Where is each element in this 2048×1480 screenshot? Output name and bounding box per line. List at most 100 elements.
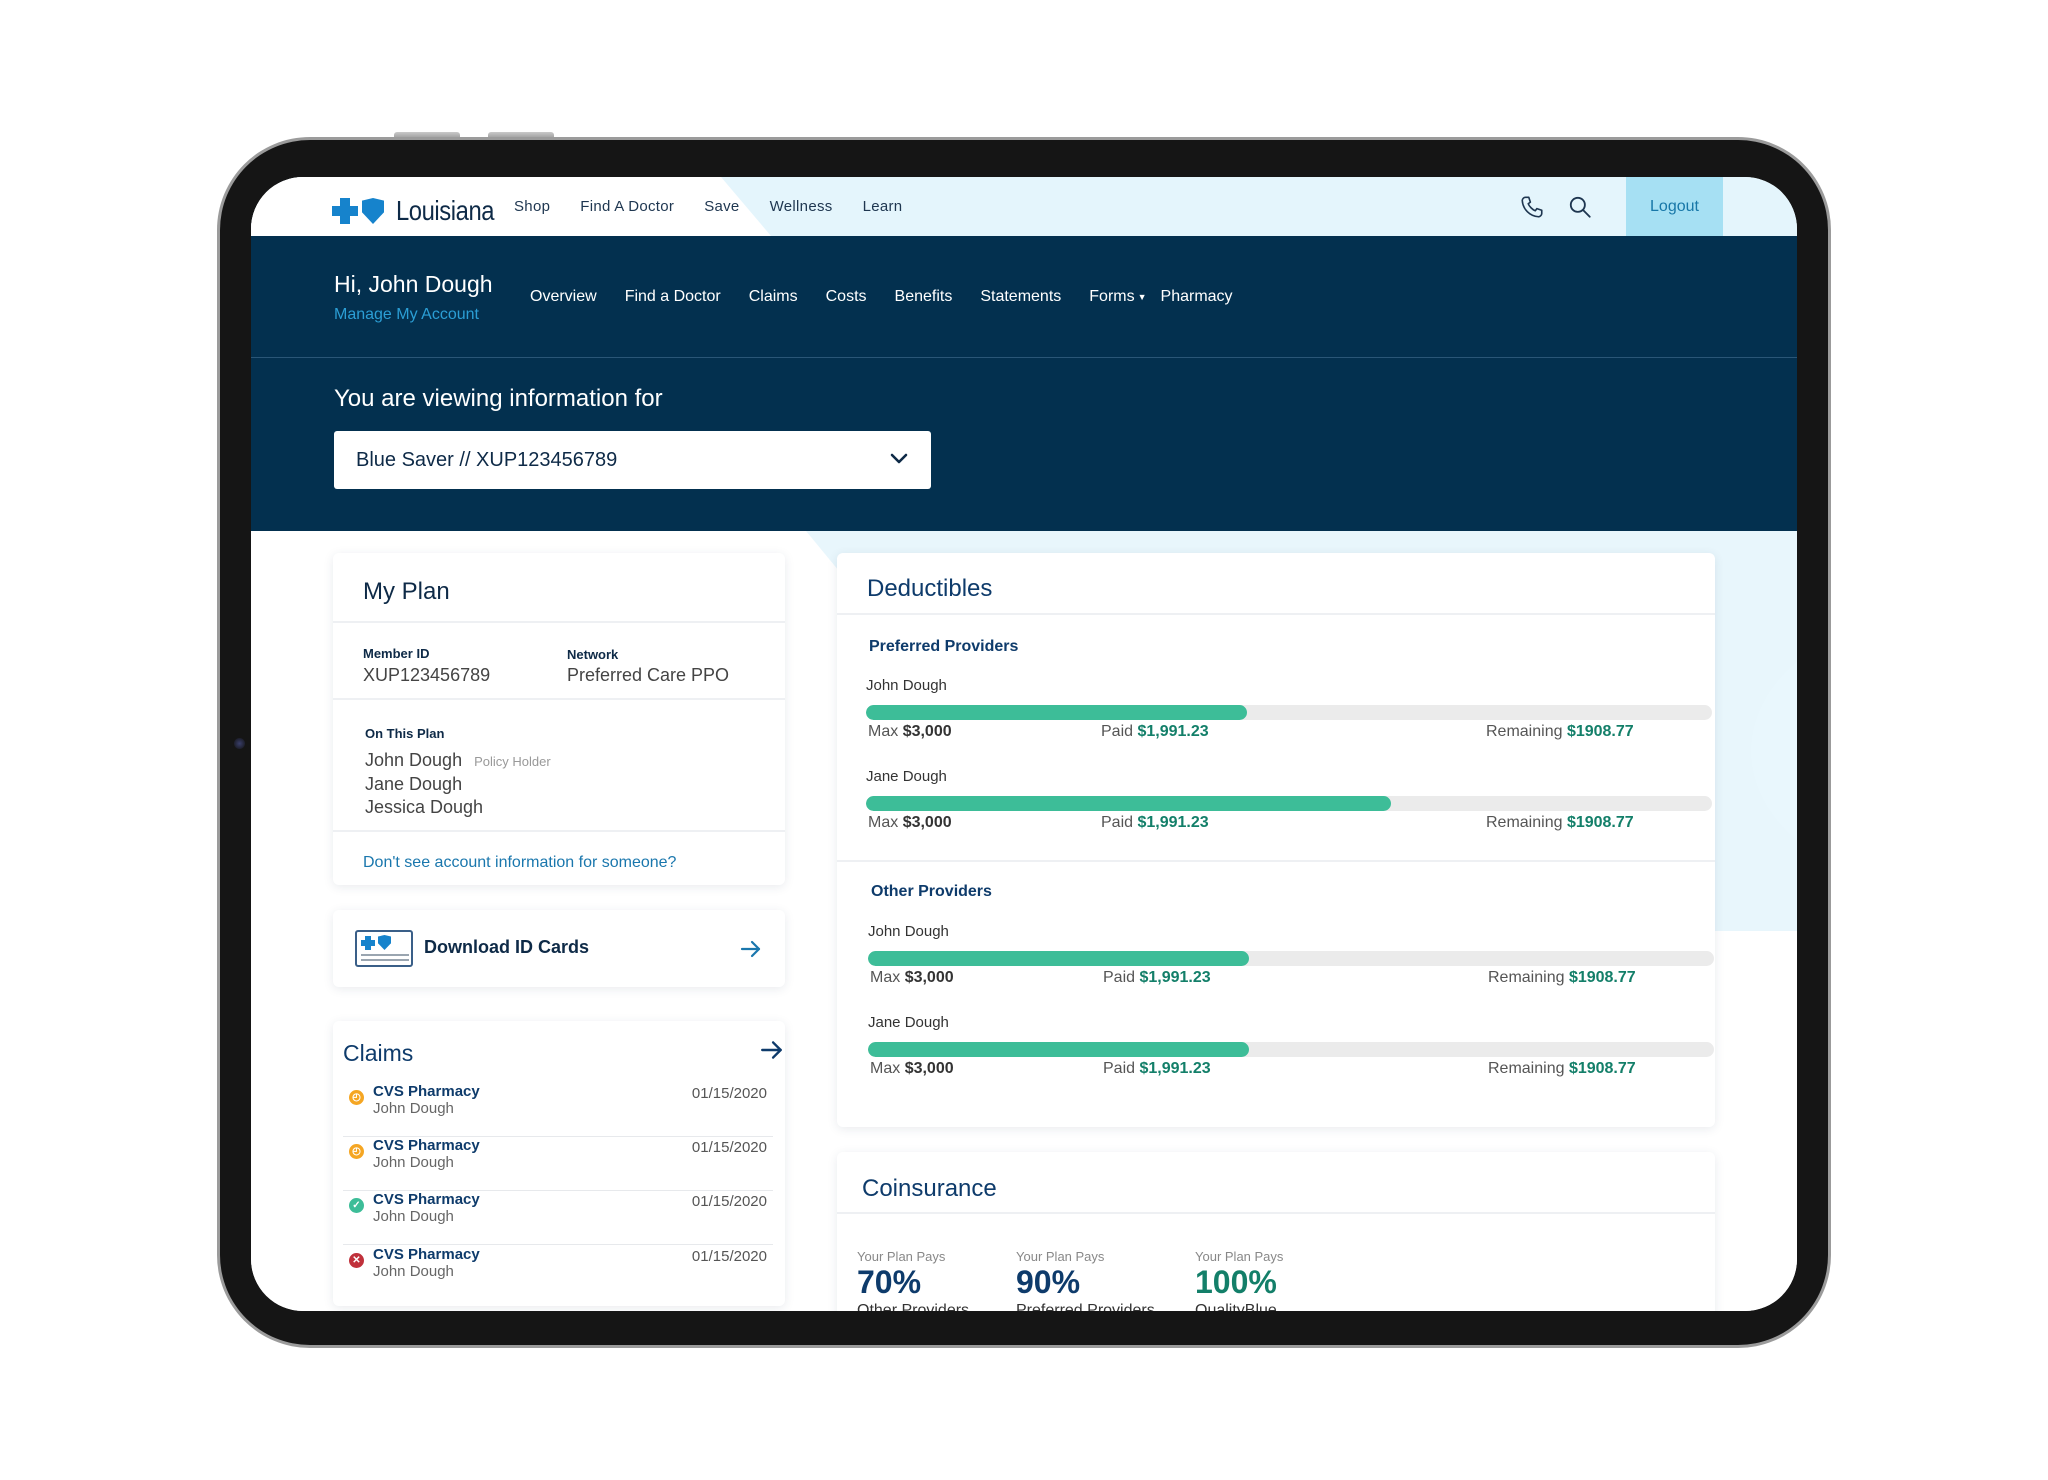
util-nav-learn[interactable]: Learn [863, 198, 903, 215]
nav-pharmacy[interactable]: Pharmacy [1161, 288, 1233, 306]
claim-row[interactable]: ◴ CVS Pharmacy John Dough 01/15/2020 [343, 1083, 775, 1137]
plan-select[interactable]: Blue Saver // XUP123456789 [334, 431, 931, 489]
deductible-person: John Dough Max $3,000 Paid $1,991.23 Remain… [868, 923, 1714, 991]
chevron-down-icon [890, 453, 908, 464]
my-plan-title: My Plan [363, 578, 450, 605]
claim-provider: CVS Pharmacy [373, 1191, 480, 1208]
deductible-person-name: Jane Dough [866, 768, 947, 785]
deductible-progress-bar [868, 1042, 1714, 1057]
brand-name: Louisiana [396, 195, 495, 226]
main-nav: Overview Find a Doctor Claims Costs Bene… [530, 288, 1233, 306]
claim-status-denied-icon: ✕ [349, 1253, 364, 1268]
coinsurance-provider: Preferred Providers [1016, 1302, 1155, 1311]
deductible-paid: Paid $1,991.23 [1103, 1060, 1211, 1077]
coinsurance-provider: QualityBlue [1195, 1302, 1277, 1311]
claim-row[interactable]: ✓ CVS Pharmacy John Dough 01/15/2020 [343, 1191, 775, 1245]
utility-nav: Shop Find A Doctor Save Wellness Learn [514, 177, 902, 236]
deductible-person: Jane Dough Max $3,000 Paid $1,991.23 Remain… [868, 1014, 1714, 1082]
member-id-label: Member ID [363, 646, 430, 661]
phone-icon[interactable] [1519, 194, 1545, 220]
arrow-right-icon [740, 940, 761, 958]
claim-row[interactable]: ✕ CVS Pharmacy John Dough 01/15/2020 [343, 1246, 775, 1300]
coinsurance-percent: 70% [857, 1264, 922, 1300]
deductible-max: Max $3,000 [868, 723, 952, 740]
deductible-person-name: Jane Dough [868, 1014, 949, 1031]
deductible-person: Jane Dough Max $3,000 Paid $1,991.23 Remain… [866, 768, 1712, 836]
coinsurance-item: Your Plan Pays 100% QualityBlue [1195, 1249, 1283, 1311]
on-this-plan-label: On This Plan [365, 726, 445, 741]
deductible-paid: Paid $1,991.23 [1103, 969, 1211, 986]
deductible-progress-fill [868, 951, 1249, 966]
screen: Louisiana Shop Find A Doctor Save Wellne… [251, 177, 1797, 1311]
deductible-progress-fill [866, 705, 1247, 720]
claim-status-approved-icon: ✓ [349, 1198, 364, 1213]
coinsurance-provider: Other Providers [857, 1302, 970, 1311]
coinsurance-item: Your Plan Pays 90% Preferred Providers [1016, 1249, 1155, 1311]
util-nav-shop[interactable]: Shop [514, 198, 550, 215]
nav-forms-label: Forms [1089, 288, 1135, 305]
deductible-person-name: John Dough [868, 923, 949, 940]
nav-forms[interactable]: Forms ▼ [1089, 288, 1146, 306]
coinsurance-card: Coinsurance Your Plan Pays 70% Other Pro… [837, 1152, 1715, 1311]
brand-logo[interactable]: Louisiana [332, 195, 511, 227]
util-nav-wellness[interactable]: Wellness [770, 198, 833, 215]
claim-row[interactable]: ◴ CVS Pharmacy John Dough 01/15/2020 [343, 1137, 775, 1191]
policy-holder-tag: Policy Holder [474, 754, 551, 769]
coinsurance-percent: 90% [1016, 1264, 1081, 1300]
nav-overview[interactable]: Overview [530, 288, 597, 306]
claims-arrow-icon[interactable] [759, 1037, 785, 1063]
account-header: Hi, John Dough Manage My Account Overvie… [251, 236, 1797, 531]
deductible-remaining: Remaining $1908.77 [1488, 969, 1636, 986]
manage-account-link[interactable]: Manage My Account [334, 306, 479, 324]
claim-date: 01/15/2020 [691, 1085, 767, 1102]
claim-member: John Dough [373, 1154, 454, 1171]
nav-costs[interactable]: Costs [826, 288, 867, 306]
deductible-person-name: John Dough [866, 677, 947, 694]
nav-claims[interactable]: Claims [749, 288, 798, 306]
deductible-progress-bar [868, 951, 1714, 966]
claims-title: Claims [343, 1040, 414, 1066]
blue-cross-icon [332, 198, 358, 224]
header-divider [251, 357, 1797, 358]
claims-card: Claims ◴ CVS Pharmacy John Dough 01/15/2020… [333, 1021, 785, 1306]
utility-bar: Louisiana Shop Find A Doctor Save Wellne… [251, 177, 1797, 236]
deductible-person: John Dough Max $3,000 Paid $1,991.23 Remain… [866, 677, 1712, 745]
plan-pays-label: Your Plan Pays [1016, 1249, 1105, 1264]
my-plan-card: My Plan Member ID XUP123456789 Network P… [333, 553, 785, 885]
plan-pays-label: Your Plan Pays [857, 1249, 946, 1264]
search-icon[interactable] [1567, 194, 1593, 220]
deductible-group-title: Other Providers [871, 883, 992, 900]
deductible-paid: Paid $1,991.23 [1101, 723, 1209, 740]
blue-shield-icon [362, 198, 384, 224]
nav-find-a-doctor[interactable]: Find a Doctor [625, 288, 721, 306]
viewing-label: You are viewing information for [334, 385, 663, 412]
deductible-progress-fill [866, 796, 1391, 811]
download-id-cards-label: Download ID Cards [424, 937, 590, 957]
logout-button[interactable]: Logout [1626, 177, 1723, 236]
util-nav-find-a-doctor[interactable]: Find A Doctor [580, 198, 674, 215]
deductible-remaining: Remaining $1908.77 [1486, 723, 1634, 740]
plan-member: Jane Dough [365, 774, 463, 794]
missing-account-link[interactable]: Don't see account information for someon… [363, 854, 676, 872]
plan-pays-label: Your Plan Pays [1195, 1249, 1284, 1264]
claim-status-pending-icon: ◴ [349, 1144, 364, 1159]
util-nav-save[interactable]: Save [704, 198, 739, 215]
coinsurance-percent: 100% [1195, 1264, 1277, 1300]
coinsurance-title: Coinsurance [862, 1175, 997, 1202]
coinsurance-item: Your Plan Pays 70% Other Providers [857, 1249, 969, 1311]
nav-benefits[interactable]: Benefits [895, 288, 953, 306]
network-label: Network [567, 647, 619, 662]
deductible-group-title: Preferred Providers [869, 638, 1019, 655]
deductible-progress-bar [866, 705, 1712, 720]
claim-date: 01/15/2020 [691, 1139, 767, 1156]
nav-statements[interactable]: Statements [980, 288, 1061, 306]
claim-date: 01/15/2020 [691, 1248, 767, 1265]
claim-status-pending-icon: ◴ [349, 1090, 364, 1105]
deductible-max: Max $3,000 [868, 814, 952, 831]
claim-member: John Dough [373, 1208, 454, 1225]
claim-member: John Dough [373, 1100, 454, 1117]
deductible-progress-fill [868, 1042, 1249, 1057]
download-id-cards-button[interactable]: Download ID Cards [333, 910, 785, 987]
deductible-progress-bar [866, 796, 1712, 811]
id-card-icon [355, 930, 413, 967]
